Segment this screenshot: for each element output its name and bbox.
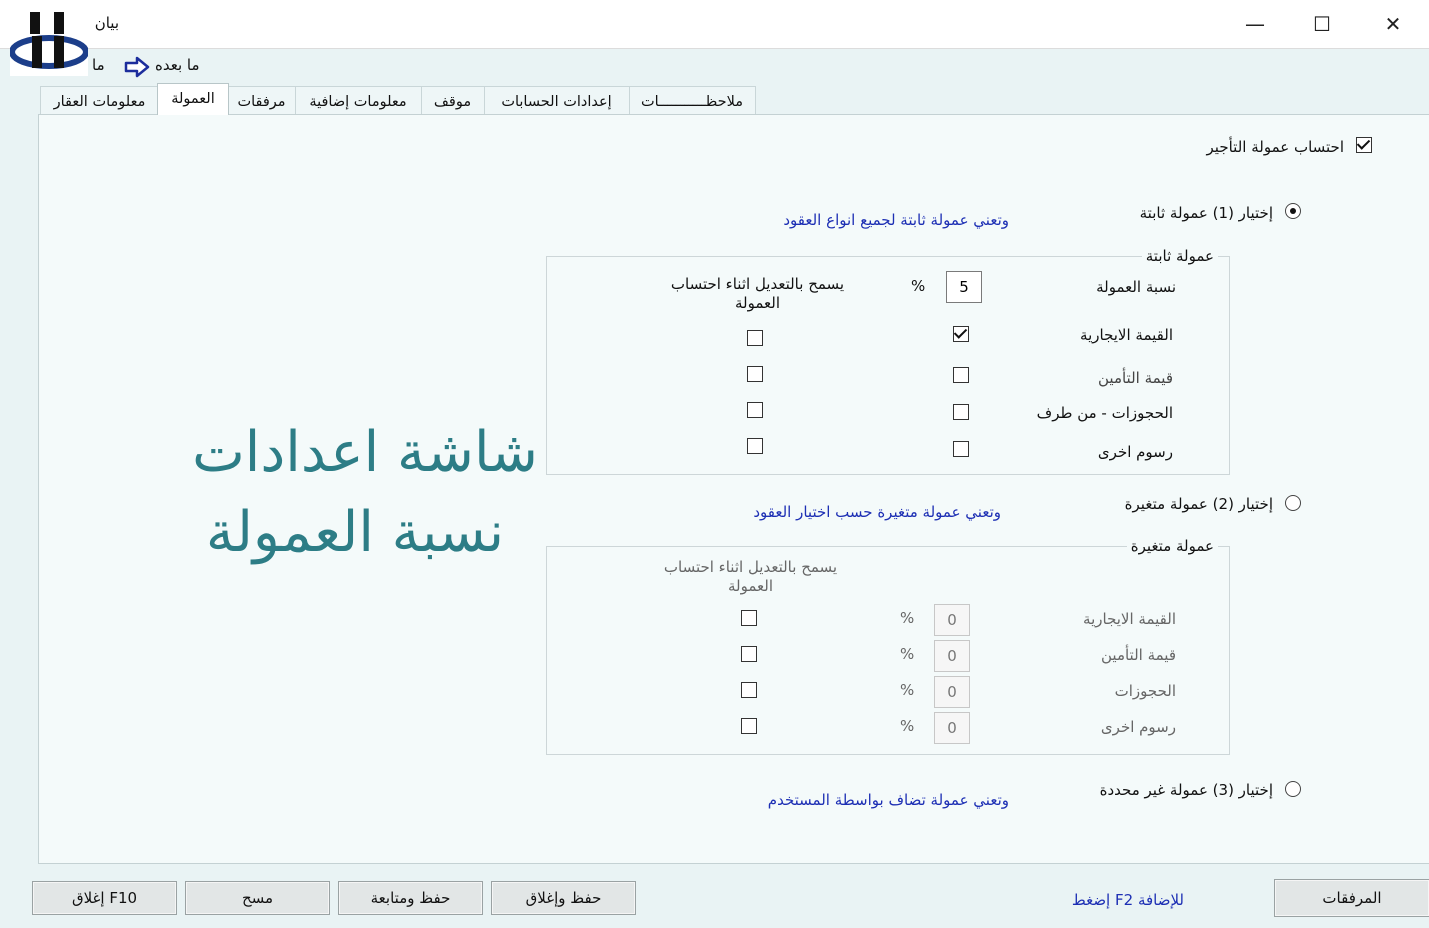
tab-attachments[interactable]: مرفقات <box>227 86 296 115</box>
maximize-icon[interactable]: ☐ <box>1302 8 1342 40</box>
option2-description: وتعني عمولة متغيرة حسب اختيار العقود <box>753 503 1001 521</box>
fixed-rental-value-allow-checkbox[interactable] <box>747 330 763 346</box>
minimize-icon[interactable]: — <box>1235 8 1275 40</box>
option1-label: إختيار (1) عمولة ثابتة <box>1139 204 1273 222</box>
option2-label: إختيار (2) عمولة متغيرة <box>1124 495 1273 513</box>
close-icon[interactable]: ✕ <box>1373 8 1413 40</box>
clear-button[interactable]: مسح <box>185 881 330 915</box>
app-logo-icon <box>9 10 89 76</box>
variable-rental-value-allow-checkbox[interactable] <box>741 610 757 626</box>
add-hint-label: إضغط F2 للإضافة <box>1071 891 1184 909</box>
option3-description: وتعني عمولة تضاف بواسطة المستخدم <box>767 791 1009 809</box>
next-arrow-icon <box>124 56 150 78</box>
commission-rate-label: نسبة العمولة <box>1096 278 1176 296</box>
percent-sign: % <box>900 609 915 627</box>
fixed-row-insurance: قيمة التأمين <box>1098 369 1173 387</box>
option1-description: وتعني عمولة ثابتة لجميع انواع العقود <box>783 211 1009 229</box>
tab-status[interactable]: موقف <box>420 86 485 115</box>
rent-commission-checkbox[interactable] <box>1356 137 1372 153</box>
tab-strip: ملاحظـــــــــــات إعدادات الحسابات موقف… <box>0 83 1429 116</box>
variable-row-rental-value: القيمة الايجارية <box>1083 610 1176 628</box>
save-continue-button[interactable]: حفظ ومتابعة <box>338 881 483 915</box>
fixed-insurance-allow-checkbox[interactable] <box>747 366 763 382</box>
variable-insurance-allow-checkbox[interactable] <box>741 646 757 662</box>
allow-edit-header: يسمح بالتعديل اثناء احتساب العمولة <box>670 275 845 312</box>
overlay-title-line2: نسبة العمولة <box>205 500 505 565</box>
variable-reservations-input[interactable]: 0 <box>934 676 970 708</box>
title-bar <box>0 0 1429 49</box>
rent-commission-label: احتساب عمولة التأجير <box>1206 138 1344 156</box>
variable-other-fees-input[interactable]: 0 <box>934 712 970 744</box>
save-close-button[interactable]: حفظ وإغلاق <box>491 881 636 915</box>
percent-sign: % <box>911 277 926 295</box>
fixed-row-reservations: الحجوزات - من طرف <box>1036 404 1173 422</box>
variable-row-insurance: قيمة التأمين <box>1101 646 1176 664</box>
fixed-other-fees-checkbox[interactable] <box>953 441 969 457</box>
variable-reservations-allow-checkbox[interactable] <box>741 682 757 698</box>
tab-property-info[interactable]: معلومات العقار <box>40 86 159 115</box>
variable-rental-value-input[interactable]: 0 <box>934 604 970 636</box>
commission-rate-input[interactable]: 5 <box>946 271 982 303</box>
fixed-row-other-fees: رسوم اخرى <box>1097 443 1173 461</box>
fixed-group-legend: عمولة ثابتة <box>1141 247 1218 265</box>
percent-sign: % <box>900 717 915 735</box>
tab-notes[interactable]: ملاحظـــــــــــات <box>628 86 756 115</box>
close-f10-button[interactable]: إغلاق F10 <box>32 881 177 915</box>
tab-commission[interactable]: العمولة <box>157 83 229 115</box>
variable-row-other-fees: رسوم اخرى <box>1100 718 1176 736</box>
previous-record-button[interactable]: ما <box>92 56 105 74</box>
fixed-reservations-allow-checkbox[interactable] <box>747 402 763 418</box>
variable-other-fees-allow-checkbox[interactable] <box>741 718 757 734</box>
option3-label: إختيار (3) عمولة غير محددة <box>1099 781 1273 799</box>
option3-radio[interactable] <box>1285 781 1301 797</box>
next-record-button[interactable] <box>124 56 150 82</box>
percent-sign: % <box>900 681 915 699</box>
fixed-row-rental-value: القيمة الايجارية <box>1080 326 1173 344</box>
overlay-title-line1: شاشة اعدادات <box>192 420 538 485</box>
tab-additional-info[interactable]: معلومات إضافية <box>294 86 422 115</box>
next-record-label[interactable]: ما بعده <box>155 56 200 74</box>
option1-radio[interactable] <box>1285 203 1301 219</box>
attachments-button[interactable]: المرفقات <box>1274 879 1429 917</box>
fixed-insurance-checkbox[interactable] <box>953 367 969 383</box>
window-title: بيان <box>94 14 119 32</box>
variable-row-reservations: الحجوزات <box>1114 682 1176 700</box>
tab-account-settings[interactable]: إعدادات الحسابات <box>483 86 630 115</box>
fixed-reservations-checkbox[interactable] <box>953 404 969 420</box>
variable-group-legend: عمولة متغيرة <box>1126 537 1218 555</box>
variable-allow-edit-header: يسمح بالتعديل اثناء احتساب العمولة <box>663 558 838 595</box>
option2-radio[interactable] <box>1285 495 1301 511</box>
fixed-other-fees-allow-checkbox[interactable] <box>747 438 763 454</box>
fixed-rental-value-checkbox[interactable] <box>953 326 969 342</box>
variable-insurance-input[interactable]: 0 <box>934 640 970 672</box>
percent-sign: % <box>900 645 915 663</box>
